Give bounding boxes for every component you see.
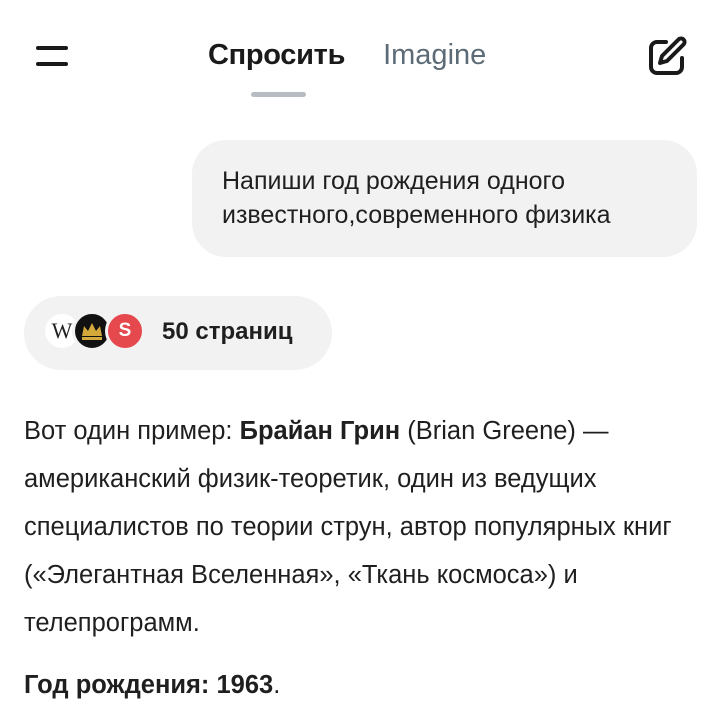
- answer-body: (Brian Greene) — американский физик-теор…: [24, 417, 672, 637]
- new-chat-button[interactable]: [644, 34, 690, 80]
- answer-name: Брайан Грин: [239, 417, 401, 445]
- assistant-answer: Вот один пример: Брайан Грин (Brian Gree…: [24, 407, 699, 647]
- s-logo-icon: S: [105, 311, 145, 351]
- hamburger-menu-icon-line: [36, 62, 68, 66]
- user-message-line: известного,современного физика: [222, 201, 611, 229]
- tab-imagine[interactable]: Imagine: [375, 30, 494, 80]
- edit-icon: [649, 36, 687, 75]
- mode-tabs: Спросить Imagine: [200, 30, 494, 80]
- tab-ask[interactable]: Спросить: [200, 30, 353, 80]
- user-message-bubble: Напиши год рождения одного известного,со…: [192, 140, 697, 257]
- top-bar: Спросить Imagine: [0, 0, 720, 110]
- birth-year-line: Год рождения: 1963.: [24, 663, 280, 707]
- active-tab-indicator: [251, 92, 306, 97]
- sources-count-label: 50 страниц: [162, 318, 293, 345]
- birth-year-label: Год рождения: 1963: [24, 671, 274, 699]
- sources-button[interactable]: W S 50 страниц: [24, 296, 332, 370]
- menu-button[interactable]: [30, 38, 74, 74]
- hamburger-menu-icon: [36, 46, 68, 50]
- answer-intro: Вот один пример:: [24, 417, 240, 445]
- birth-year-suffix: .: [273, 671, 281, 699]
- user-message-line: Напиши год рождения одного: [222, 167, 566, 195]
